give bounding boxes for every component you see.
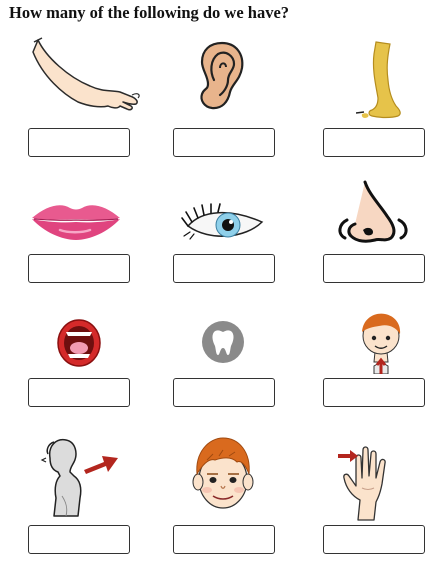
leg-icon <box>356 41 401 119</box>
leg-answer-box[interactable] <box>323 128 425 157</box>
nose-icon <box>338 180 408 243</box>
eye-answer-box[interactable] <box>173 254 275 283</box>
tooth-icon <box>202 321 244 363</box>
eye-icon <box>181 203 264 240</box>
neck-answer-box[interactable] <box>323 378 425 407</box>
nose-answer-box[interactable] <box>323 254 425 283</box>
hand-finger-icon <box>338 446 386 521</box>
tooth-answer-box[interactable] <box>173 378 275 407</box>
shoulder-icon <box>40 438 118 517</box>
head-answer-box[interactable] <box>173 525 275 554</box>
arm-icon <box>32 37 140 111</box>
arm-answer-box[interactable] <box>28 128 130 157</box>
lips-icon <box>32 205 120 240</box>
head-icon <box>192 437 254 509</box>
worksheet-title: How many of the following do we have? <box>9 3 290 22</box>
ear-icon <box>200 41 244 110</box>
finger-answer-box[interactable] <box>323 525 425 554</box>
mouth-icon <box>57 319 101 367</box>
mouth-answer-box[interactable] <box>28 378 130 407</box>
lips-answer-box[interactable] <box>28 254 130 283</box>
shoulder-answer-box[interactable] <box>28 525 130 554</box>
neck-boy-icon <box>362 313 401 374</box>
ear-answer-box[interactable] <box>173 128 275 157</box>
